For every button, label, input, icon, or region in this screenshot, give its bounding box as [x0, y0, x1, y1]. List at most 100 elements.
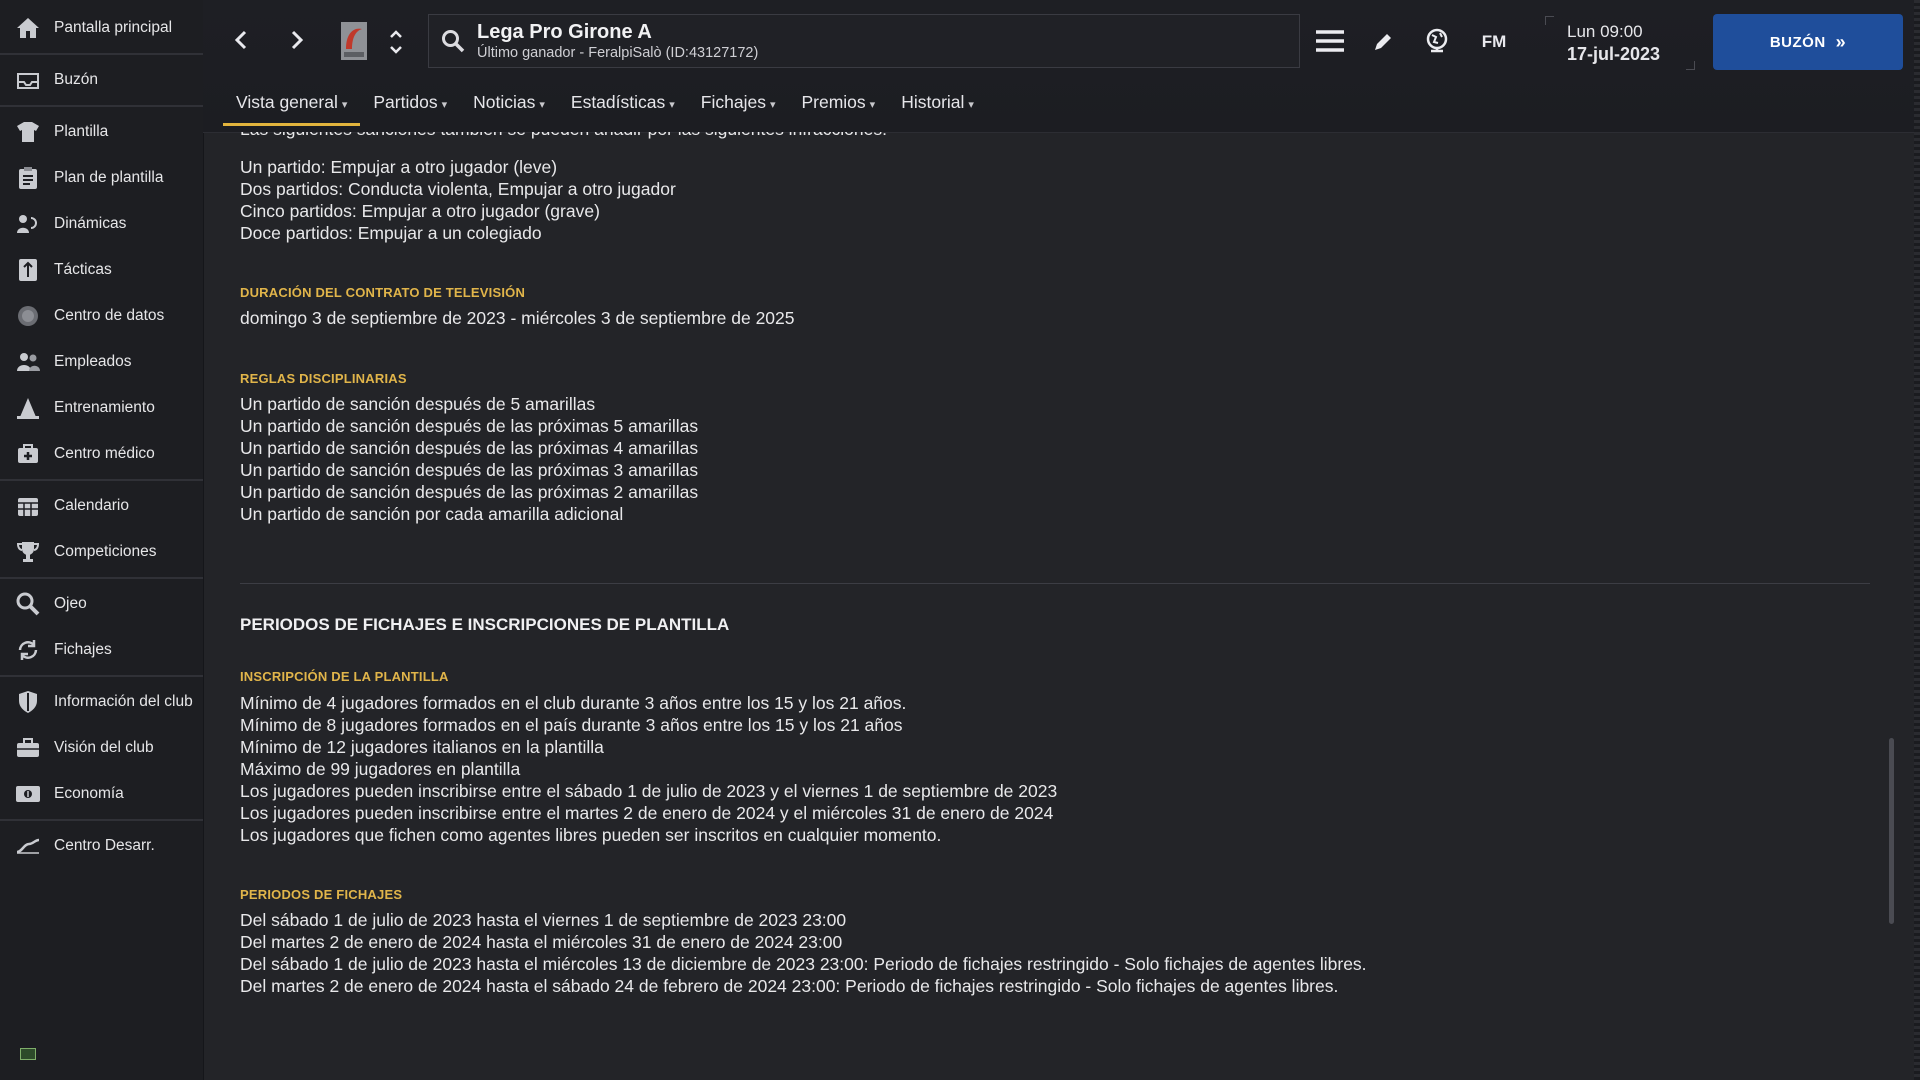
training-icon [14, 394, 42, 422]
header: Lega Pro Girone A Último ganador - Feral… [203, 0, 1920, 133]
sanctions-list: Un partido: Empujar a otro jugador (leve… [240, 156, 676, 244]
sidebar-item-finances[interactable]: Economía [0, 771, 203, 817]
vertical-scrollbar[interactable] [1889, 738, 1894, 924]
list-item: Del martes 2 de enero de 2024 hasta el m… [240, 932, 843, 952]
sidebar-item-training[interactable]: Entrenamiento [0, 385, 203, 431]
tab-history[interactable]: Historial ▾ [888, 86, 987, 122]
page-subtitle: Último ganador - FeralpiSalò (ID:4312717… [477, 45, 759, 61]
chevron-left-icon [234, 30, 247, 50]
list-item: Un partido de sanción después de 5 amari… [240, 394, 596, 414]
sidebar-item-label: Pantalla principal [54, 19, 173, 36]
tab-matches[interactable]: Partidos ▾ [360, 86, 460, 122]
back-button[interactable] [223, 22, 259, 58]
divider [0, 105, 203, 107]
list-item: Dos partidos: Conducta violenta, Empujar… [240, 179, 676, 199]
staff-icon [14, 348, 42, 376]
tab-bar: Vista general ▾ Partidos ▾ Noticias ▾ Estad… [223, 86, 987, 126]
development-icon [14, 832, 42, 860]
chevron-down-icon: ▾ [441, 99, 448, 111]
sidebar-item-label: Plan de plantilla [54, 169, 164, 186]
list-item: Mínimo de 8 jugadores formados en el paí… [240, 715, 903, 735]
sidebar-item-label: Fichajes [54, 641, 112, 658]
sidebar-item-dynamics[interactable]: Dinámicas [0, 201, 203, 247]
sidebar-item-label: Centro médico [54, 445, 155, 462]
divider [0, 819, 203, 821]
inbox-icon [14, 66, 42, 94]
list-item: Máximo de 99 jugadores en plantilla [240, 759, 521, 779]
transfer-windows-heading: PERIODOS DE FICHAJES [240, 887, 403, 902]
disciplinary-heading: REGLAS DISCIPLINARIAS [240, 371, 407, 386]
sidebar-item-label: Buzón [54, 71, 98, 88]
list-item: Los jugadores pueden inscribirse entre e… [240, 803, 1054, 823]
divider [0, 53, 203, 55]
sidebar-item-calendar[interactable]: Calendario [0, 483, 203, 529]
current-time: Lun 09:00 [1567, 22, 1643, 41]
search-icon[interactable] [429, 29, 477, 53]
sidebar-item-label: Competiciones [54, 543, 157, 560]
tab-label: Fichajes [700, 92, 766, 112]
trophy-icon [14, 538, 42, 566]
main-content: Las siguientes sanciones también se pued… [240, 132, 1870, 1080]
sidebar-item-squad[interactable]: Plantilla [0, 109, 203, 155]
tab-label: Vista general [236, 92, 338, 112]
sidebar-item-home[interactable]: Pantalla principal [0, 5, 203, 51]
list-item: Cinco partidos: Empujar a otro jugador (… [240, 201, 600, 221]
list-item: Doce partidos: Empujar a un colegiado [240, 223, 542, 243]
tab-overview[interactable]: Vista general ▾ [223, 86, 361, 126]
fm-button[interactable]: FM [1472, 28, 1516, 56]
edit-button[interactable] [1369, 28, 1397, 56]
game-date[interactable]: Lun 09:00 17-jul-2023 [1545, 16, 1695, 70]
list-item: Del sábado 1 de julio de 2023 hasta el m… [240, 954, 1367, 974]
list-item: Los jugadores que fichen como agentes li… [240, 825, 942, 845]
list-item: Mínimo de 12 jugadores italianos en la p… [240, 737, 604, 757]
transfer-windows-list: Del sábado 1 de julio de 2023 hasta el v… [240, 909, 1367, 997]
tab-label: Premios [801, 92, 866, 112]
tab-news[interactable]: Noticias ▾ [460, 86, 558, 122]
sidebar-item-tactics[interactable]: Tácticas [0, 247, 203, 293]
continue-inbox-button[interactable]: BUZÓN » [1713, 14, 1903, 70]
text-line: Las siguientes sanciones también se pued… [240, 132, 887, 140]
section-title: PERIODOS DE FICHAJES E INSCRIPCIONES DE … [240, 615, 730, 634]
tab-awards[interactable]: Premios ▾ [788, 86, 888, 122]
list-item: Un partido de sanción después de las pró… [240, 482, 699, 502]
sidebar-item-medical[interactable]: Centro médico [0, 431, 203, 477]
double-chevron-right-icon: » [1835, 31, 1847, 52]
current-date: 17-jul-2023 [1567, 44, 1661, 64]
menu-button[interactable] [1313, 26, 1347, 56]
continue-inbox-label: BUZÓN [1769, 33, 1826, 51]
list-item: Del sábado 1 de julio de 2023 hasta el v… [240, 910, 847, 930]
sidebar-item-competitions[interactable]: Competiciones [0, 529, 203, 575]
search-bar[interactable]: Lega Pro Girone A Último ganador - Feral… [428, 14, 1300, 68]
sidebar-item-inbox[interactable]: Buzón [0, 57, 203, 103]
corner-decoration [1545, 16, 1554, 25]
sidebar-item-development[interactable]: Centro Desarr. [0, 823, 203, 869]
tab-label: Noticias [473, 92, 536, 112]
sidebar-item-label: Visión del club [54, 739, 154, 756]
sidebar-item-scouting[interactable]: Ojeo [0, 581, 203, 627]
sidebar-item-label: Centro Desarr. [54, 837, 155, 854]
tab-transfers[interactable]: Fichajes ▾ [688, 86, 789, 122]
competition-switcher[interactable] [383, 24, 409, 60]
sidebar-item-club-info[interactable]: Información del club [0, 679, 203, 725]
world-button[interactable] [1422, 26, 1452, 56]
home-icon [14, 14, 42, 42]
list-item: Un partido de sanción después de las pró… [240, 460, 699, 480]
competition-logo[interactable] [339, 20, 369, 62]
tv-contract-heading: DURACIÓN DEL CONTRATO DE TELEVISIÓN [240, 285, 526, 300]
section-divider [240, 583, 1870, 584]
chevron-down-icon: ▾ [669, 99, 675, 111]
sidebar-item-transfers[interactable]: Fichajes [0, 627, 203, 673]
sidebar-item-squad-plan[interactable]: Plan de plantilla [0, 155, 203, 201]
briefcase-icon [14, 734, 42, 762]
forward-button[interactable] [279, 22, 315, 58]
list-item: Mínimo de 4 jugadores formados en el clu… [240, 693, 907, 713]
data-icon [14, 302, 42, 330]
tab-stats[interactable]: Estadísticas ▾ [558, 86, 688, 122]
sidebar-item-staff[interactable]: Empleados [0, 339, 203, 385]
sidebar-item-club-vision[interactable]: Visión del club [0, 725, 203, 771]
sidebar-item-label: Plantilla [54, 123, 109, 140]
tv-contract-text: domingo 3 de septiembre de 2023 - miérco… [240, 308, 795, 328]
globe-icon [1426, 28, 1448, 53]
shield-icon [14, 688, 42, 716]
sidebar-item-data-hub[interactable]: Centro de datos [0, 293, 203, 339]
